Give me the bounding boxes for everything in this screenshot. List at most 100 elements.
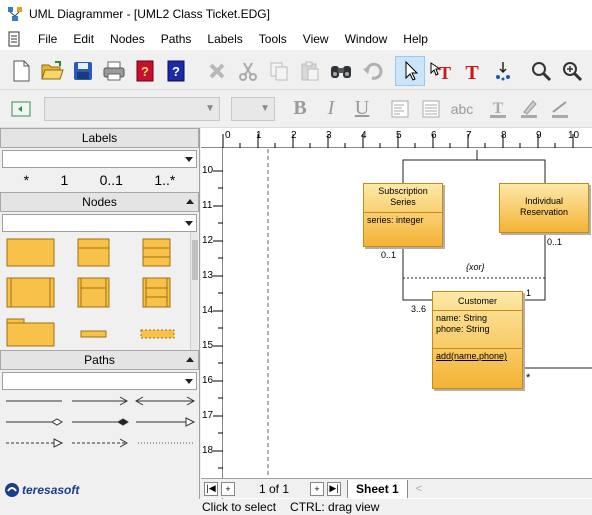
- font-size-combo[interactable]: ▼: [231, 96, 275, 121]
- bidirectional-path-icon[interactable]: [134, 396, 196, 406]
- menu-edit[interactable]: Edit: [65, 28, 102, 50]
- sheet-tab-1[interactable]: Sheet 1: [347, 479, 408, 498]
- sheet-bar: |◀ + 1 of 1 + ▶| Sheet 1 <: [201, 478, 592, 498]
- paths-panel-header[interactable]: Paths: [0, 350, 199, 370]
- undo-icon[interactable]: [357, 56, 387, 86]
- scroll-left-icon[interactable]: <: [416, 483, 422, 495]
- text-tool-icon[interactable]: T: [457, 56, 487, 86]
- delete-icon[interactable]: [202, 56, 232, 86]
- xor-constraint-label[interactable]: {xor}: [466, 262, 485, 272]
- teresasoft-logo: teresasoft: [4, 482, 79, 498]
- align-justify-icon[interactable]: [416, 94, 446, 124]
- last-page-icon[interactable]: ▶|: [327, 481, 342, 496]
- zoom-icon[interactable]: [526, 56, 556, 86]
- print-icon[interactable]: [99, 56, 129, 86]
- multiplicity-one-many[interactable]: 1..*: [154, 172, 175, 188]
- svg-text:?: ?: [172, 64, 180, 79]
- customer-class[interactable]: Customer name: String phone: String add(…: [432, 291, 523, 389]
- multiplicity-customer-star[interactable]: *: [526, 372, 530, 384]
- aggregation-path-icon[interactable]: [4, 417, 64, 427]
- text-label-icon[interactable]: abc: [447, 94, 477, 124]
- menu-labels[interactable]: Labels: [199, 28, 250, 50]
- multiplicity-individual[interactable]: 0..1: [547, 237, 562, 247]
- directed-association-path-icon[interactable]: [70, 396, 130, 406]
- context-help-icon[interactable]: ?: [161, 56, 191, 86]
- multiplicity-one[interactable]: 1: [60, 172, 68, 188]
- new-document-icon[interactable]: [6, 56, 36, 86]
- add-page-icon[interactable]: +: [221, 481, 235, 496]
- paths-panel-title: Paths: [84, 353, 115, 367]
- save-icon[interactable]: [68, 56, 98, 86]
- generalization-path-icon[interactable]: [134, 417, 196, 427]
- collapse-arrow-icon[interactable]: [186, 199, 194, 204]
- multiplicity-customer-right[interactable]: 1: [526, 288, 531, 298]
- template-node-icon[interactable]: [140, 328, 176, 340]
- text-color-icon[interactable]: T: [483, 94, 513, 124]
- menu-view[interactable]: View: [295, 28, 337, 50]
- back-icon[interactable]: [6, 94, 36, 124]
- text-select-icon[interactable]: T: [426, 56, 456, 86]
- help-book-icon[interactable]: ?: [130, 56, 160, 86]
- class-node-three-section-icon[interactable]: [142, 238, 172, 268]
- add-sheet-icon[interactable]: +: [310, 481, 325, 496]
- multiplicity-customer-left[interactable]: 3..6: [411, 304, 426, 314]
- diagram-canvas[interactable]: 0 1 2 3 4 5 6 7 8 9 10 10 11 12 13 14 15…: [201, 128, 592, 499]
- align-left-icon[interactable]: [385, 94, 415, 124]
- menu-help[interactable]: Help: [395, 28, 436, 50]
- labels-combo[interactable]: [2, 150, 197, 168]
- collapse-arrow-icon[interactable]: [186, 357, 194, 362]
- menu-nodes[interactable]: Nodes: [102, 28, 153, 50]
- customer-attr-phone: phone: String: [436, 324, 490, 334]
- connect-tool-icon[interactable]: [488, 56, 518, 86]
- window-title: UML Diagrammer - [UML2 Class Ticket.EDG]: [29, 7, 270, 21]
- paste-icon[interactable]: [295, 56, 325, 86]
- subscription-series-class[interactable]: Subscription Series series: integer: [363, 183, 443, 247]
- multiplicity-star[interactable]: *: [24, 172, 29, 188]
- cut-icon[interactable]: [233, 56, 263, 86]
- nodes-scrollbar[interactable]: [190, 232, 198, 350]
- note-link-path-icon[interactable]: [134, 438, 196, 448]
- title-bar: UML Diagrammer - [UML2 Class Ticket.EDG]: [0, 0, 592, 28]
- fill-color-icon[interactable]: [514, 94, 544, 124]
- realization-path-icon[interactable]: [4, 438, 64, 448]
- customer-attrs: name: String phone: String: [433, 310, 522, 348]
- menu-window[interactable]: Window: [337, 28, 396, 50]
- bold-icon[interactable]: B: [285, 94, 315, 124]
- document-icon[interactable]: [6, 31, 22, 47]
- menu-paths[interactable]: Paths: [153, 28, 200, 50]
- select-arrow-icon[interactable]: [395, 55, 425, 86]
- subscription-series-name: Subscription Series: [378, 186, 428, 207]
- active-class-three-section-icon[interactable]: [142, 277, 172, 309]
- multiplicity-zero-one[interactable]: 0..1: [100, 172, 123, 188]
- font-name-combo[interactable]: ▼: [44, 96, 220, 121]
- association-path-icon[interactable]: [4, 396, 64, 406]
- paths-grid: [0, 390, 199, 454]
- customer-name: Customer: [457, 296, 497, 306]
- find-icon[interactable]: [326, 56, 356, 86]
- copy-icon[interactable]: [264, 56, 294, 86]
- active-class-two-section-icon[interactable]: [77, 277, 111, 309]
- nodes-combo[interactable]: [2, 214, 197, 232]
- interface-node-icon[interactable]: [80, 329, 108, 339]
- paths-combo[interactable]: [2, 372, 197, 390]
- open-folder-icon[interactable]: [37, 56, 67, 86]
- line-color-icon[interactable]: [545, 94, 575, 124]
- bold-label: B: [293, 97, 307, 119]
- class-node-two-section-icon[interactable]: [77, 238, 111, 268]
- composition-path-icon[interactable]: [70, 417, 130, 427]
- package-node-icon[interactable]: [6, 318, 56, 348]
- class-node-icon[interactable]: [6, 238, 56, 268]
- individual-reservation-class[interactable]: Individual Reservation: [499, 183, 589, 233]
- first-page-icon[interactable]: |◀: [204, 481, 218, 496]
- menu-file[interactable]: File: [30, 28, 65, 50]
- underline-icon[interactable]: U: [347, 94, 377, 124]
- nodes-panel-header[interactable]: Nodes: [0, 192, 199, 212]
- labels-panel-header[interactable]: Labels: [0, 128, 199, 148]
- dependency-path-icon[interactable]: [70, 438, 130, 448]
- menu-tools[interactable]: Tools: [251, 28, 295, 50]
- svg-text:?: ?: [141, 64, 149, 79]
- zoom-in-icon[interactable]: [557, 56, 587, 86]
- multiplicity-subscription[interactable]: 0..1: [381, 250, 396, 260]
- active-class-node-icon[interactable]: [6, 277, 56, 309]
- italic-icon[interactable]: I: [316, 94, 346, 124]
